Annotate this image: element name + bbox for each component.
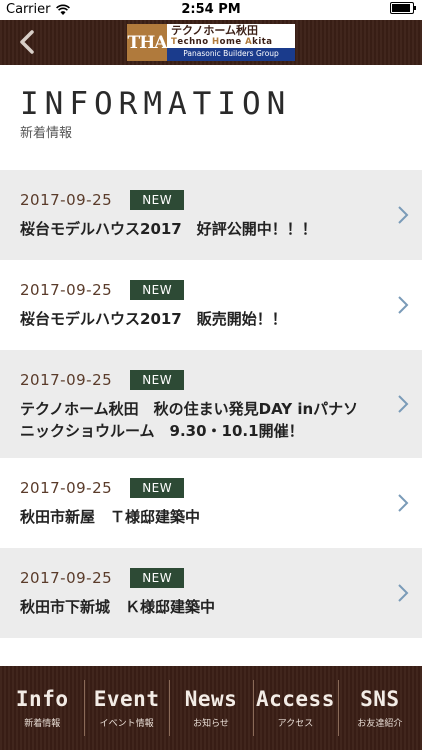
chevron-right-icon	[398, 584, 409, 602]
news-title: テクノホーム秋田 秋の住まい発見DAY inパナソニックショウルーム 9.30・…	[20, 400, 359, 440]
news-title: 秋田市下新城 Ｋ様邸建築中	[20, 598, 216, 616]
battery-icon	[390, 2, 416, 14]
chevron-right-icon	[398, 395, 409, 413]
tab-sublabel: お知らせ	[193, 719, 229, 729]
tab-bar: Info 新着情報 Event イベント情報 News お知らせ Access …	[0, 666, 422, 750]
tab-news[interactable]: News お知らせ	[168, 666, 253, 750]
tab-event[interactable]: Event イベント情報	[84, 666, 168, 750]
news-title: 桜台モデルハウス2017 好評公開中！！！	[20, 220, 317, 238]
page-title: INFORMATION	[20, 86, 292, 122]
logo-mark-icon: THA	[127, 24, 167, 61]
news-item[interactable]: 2017-09-25 NEW 秋田市下新城 Ｋ様邸建築中	[0, 548, 422, 638]
news-item[interactable]: 2017-09-25 NEW 秋田市新屋 Ｔ様邸建築中	[0, 458, 422, 548]
chevron-right-icon	[398, 494, 409, 512]
chevron-right-icon	[398, 296, 409, 314]
tab-access[interactable]: Access アクセス	[253, 666, 337, 750]
chevron-right-icon	[398, 206, 409, 224]
tab-info[interactable]: Info 新着情報	[0, 666, 84, 750]
news-date: 2017-09-25	[20, 281, 113, 299]
news-date: 2017-09-25	[20, 479, 113, 497]
new-badge: NEW	[130, 280, 185, 300]
brand-logo[interactable]: THA テクノホーム秋田 Techno Home Akita Panasonic…	[127, 24, 295, 61]
news-meta: 2017-09-25 NEW	[20, 548, 372, 588]
news-item[interactable]: 2017-09-25 NEW 桜台モデルハウス2017 販売開始！！	[0, 260, 422, 350]
page-subtitle: 新着情報	[20, 126, 73, 141]
news-title: 秋田市新屋 Ｔ様邸建築中	[20, 508, 201, 526]
news-meta: 2017-09-25 NEW	[20, 260, 372, 300]
tab-sublabel: お友達紹介	[357, 719, 403, 729]
new-badge: NEW	[130, 568, 185, 588]
status-time: 2:54 PM	[181, 2, 241, 17]
tab-label: News	[184, 687, 238, 711]
news-title: 桜台モデルハウス2017 販売開始！！	[20, 310, 287, 328]
news-date: 2017-09-25	[20, 191, 113, 209]
new-badge: NEW	[130, 370, 185, 390]
news-item[interactable]: 2017-09-25 NEW テクノホーム秋田 秋の住まい発見DAY inパナソ…	[0, 350, 422, 458]
status-bar: Carrier 2:54 PM	[0, 0, 422, 20]
tab-sns[interactable]: SNS お友達紹介	[337, 666, 422, 750]
status-right	[390, 2, 416, 14]
logo-en: Techno Home Akita	[171, 37, 273, 47]
tab-sublabel: イベント情報	[99, 719, 154, 729]
news-item[interactable]: 2017-09-25 NEW 桜台モデルハウス2017 好評公開中！！！	[0, 170, 422, 260]
back-button[interactable]	[14, 28, 42, 56]
news-meta: 2017-09-25 NEW	[20, 170, 372, 210]
tab-sublabel: アクセス	[277, 719, 314, 729]
news-list: 2017-09-25 NEW 桜台モデルハウス2017 好評公開中！！！ 201…	[0, 170, 422, 638]
tab-label: Info	[15, 687, 69, 711]
logo-text: テクノホーム秋田 Techno Home Akita Panasonic Bui…	[167, 24, 295, 61]
logo-jp: テクノホーム秋田	[171, 24, 259, 37]
news-date: 2017-09-25	[20, 371, 113, 389]
battery-fill	[392, 4, 410, 12]
news-meta: 2017-09-25 NEW	[20, 458, 372, 498]
new-badge: NEW	[130, 478, 185, 498]
tab-sublabel: 新着情報	[24, 719, 61, 729]
tab-label: SNS	[360, 687, 400, 711]
news-meta: 2017-09-25 NEW	[20, 350, 372, 390]
app-header: THA テクノホーム秋田 Techno Home Akita Panasonic…	[0, 20, 422, 65]
new-badge: NEW	[130, 190, 185, 210]
logo-group: Panasonic Builders Group	[167, 48, 295, 61]
tab-label: Event	[93, 687, 160, 711]
tab-label: Access	[255, 687, 335, 711]
news-date: 2017-09-25	[20, 569, 113, 587]
